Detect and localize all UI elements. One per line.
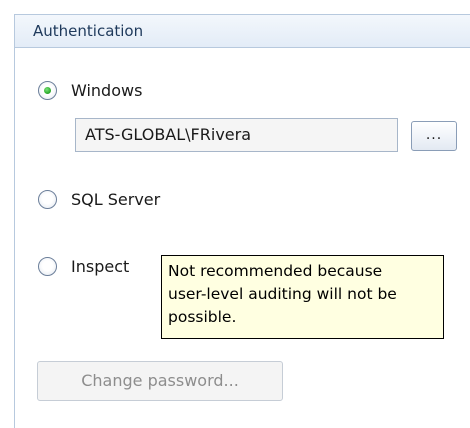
browse-user-button[interactable]: ... xyxy=(411,121,457,151)
panel-header: Authentication xyxy=(15,15,470,48)
tooltip-line: Not recommended because xyxy=(168,262,383,280)
radio-selected-dot-icon xyxy=(44,86,51,94)
inspect-radio-label[interactable]: Inspect xyxy=(71,257,129,276)
sql-server-radio-button[interactable] xyxy=(38,189,57,209)
windows-user-field[interactable]: ATS-GLOBAL\FRivera xyxy=(75,118,398,152)
windows-radio-option[interactable]: Windows xyxy=(38,79,142,101)
windows-radio-label[interactable]: Windows xyxy=(71,81,142,100)
tooltip-line: possible. xyxy=(168,308,237,326)
inspect-radio-option[interactable]: Inspect xyxy=(38,255,129,277)
authentication-panel: Authentication Windows ATS-GLOBAL\FRiver… xyxy=(14,14,470,428)
tooltip-line: user-level auditing will not be xyxy=(168,285,397,303)
inspect-radio-button[interactable] xyxy=(38,256,57,276)
sql-server-radio-label[interactable]: SQL Server xyxy=(71,190,160,209)
panel-title: Authentication xyxy=(33,22,144,40)
change-password-button[interactable]: Change password... xyxy=(37,361,283,401)
windows-radio-button[interactable] xyxy=(38,80,57,100)
inspect-warning-tooltip: Not recommended because user-level audit… xyxy=(161,255,444,339)
sql-server-radio-option[interactable]: SQL Server xyxy=(38,188,160,210)
